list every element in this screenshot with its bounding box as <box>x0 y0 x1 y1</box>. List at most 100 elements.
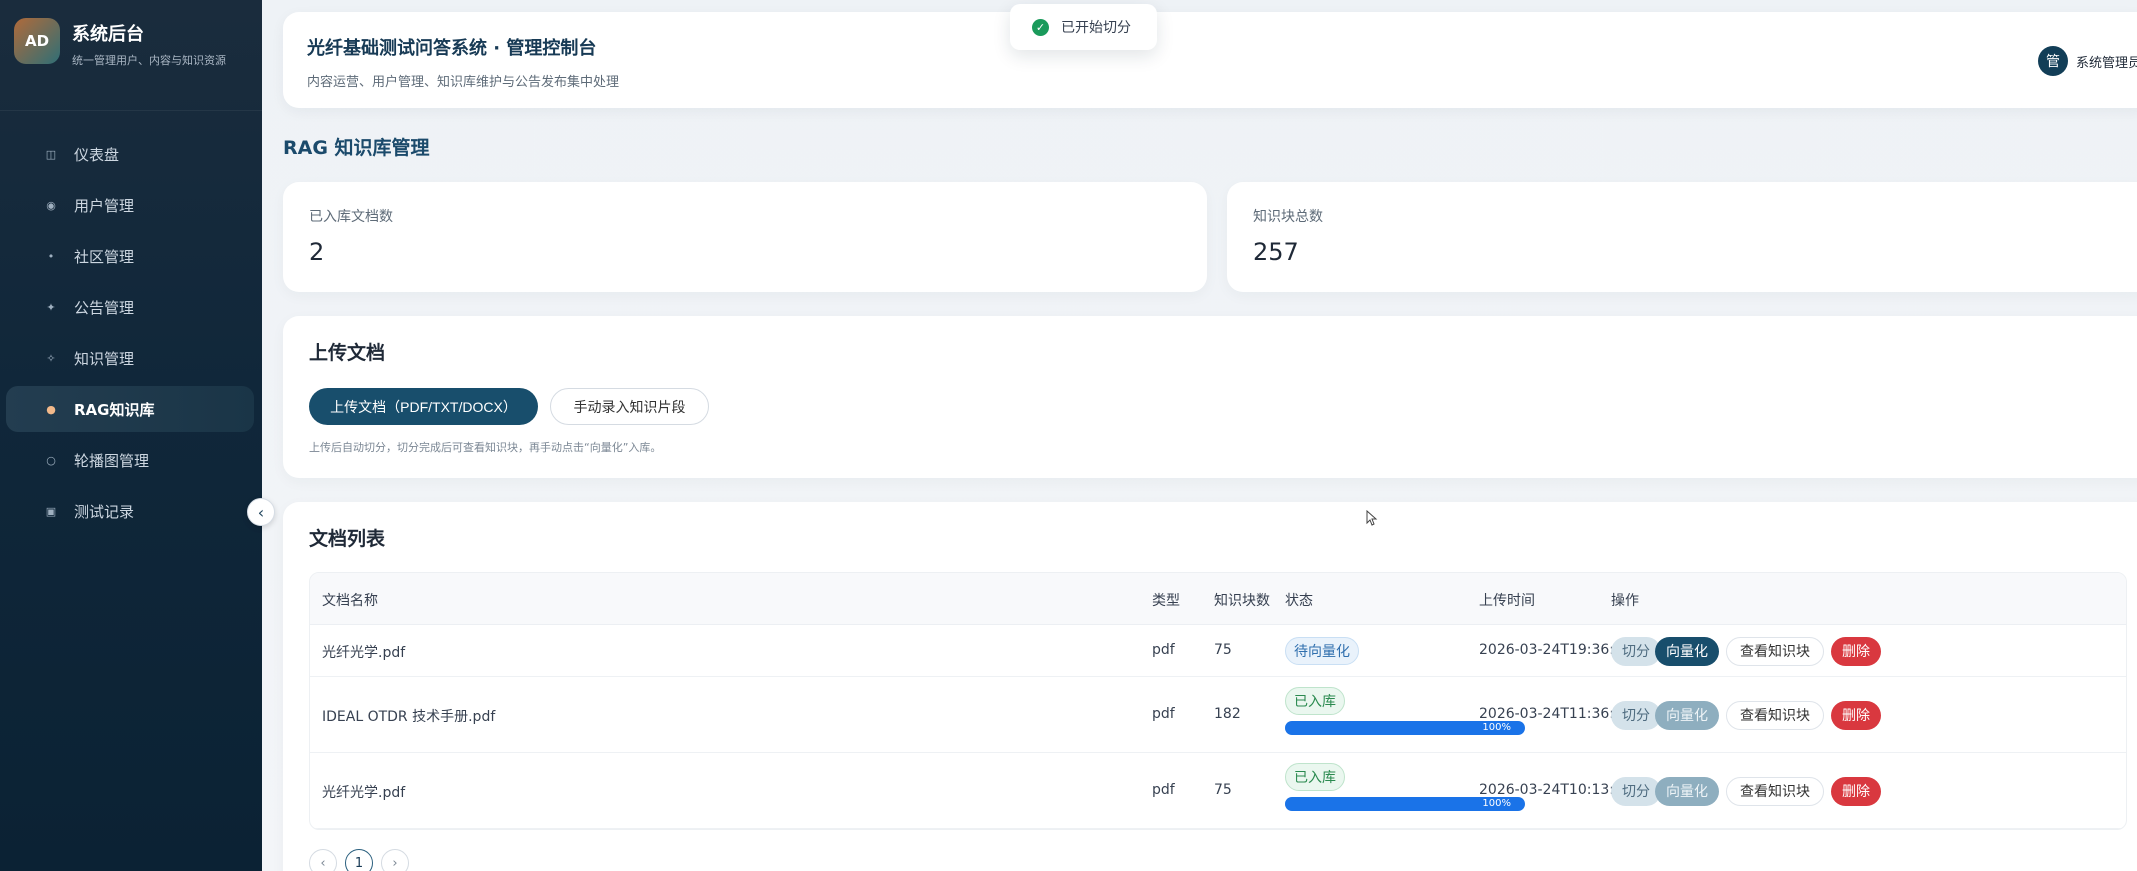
avatar: 管 <box>2038 46 2068 76</box>
mouse-cursor-icon <box>1366 510 1378 526</box>
stat-card-chunks: 知识块总数 257 <box>1227 182 2137 292</box>
community-icon: • <box>47 249 55 263</box>
next-page-button[interactable]: › <box>381 849 409 871</box>
carousel-icon: ○ <box>46 453 56 467</box>
user-name: 系统管理员 <box>2076 55 2137 71</box>
document-list-section: 文档列表 文档名称 类型 知识块数 状态 上传时间 操作 光纤光学.pdf pdf 75 待向量… <box>283 502 2137 871</box>
upload-document-button[interactable]: 上传文档（PDF/TXT/DOCX） <box>309 388 538 425</box>
knowledge-icon: ✧ <box>46 351 56 365</box>
delete-button[interactable]: 删除 <box>1831 700 1881 730</box>
check-circle-icon: ✓ <box>1032 18 1049 36</box>
prev-page-button[interactable]: ‹ <box>309 849 337 871</box>
stat-label: 知识块总数 <box>1253 209 1323 225</box>
user-menu[interactable]: 管 系统管理员 <box>2038 46 2137 76</box>
manual-entry-button[interactable]: 手动录入知识片段 <box>550 388 709 425</box>
view-chunks-button[interactable]: 查看知识块 <box>1726 700 1824 730</box>
sidebar-item-label: 知识管理 <box>74 349 135 368</box>
document-type: pdf <box>1152 706 1175 722</box>
sidebar-item[interactable]: • 社区管理 <box>6 233 254 279</box>
sidebar-item[interactable]: ◉ 用户管理 <box>6 182 254 228</box>
chunk-count: 75 <box>1214 782 1232 798</box>
document-type: pdf <box>1152 782 1175 798</box>
column-header: 操作 <box>1611 593 1639 609</box>
vectorize-button[interactable]: 向量化 <box>1655 776 1719 806</box>
announcement-icon: ✦ <box>46 300 56 314</box>
brand-logo: AD <box>14 18 60 64</box>
section-title: 文档列表 <box>309 528 386 550</box>
sidebar-item[interactable]: ● RAG知识库 <box>6 386 254 432</box>
table-row: 光纤光学.pdf pdf 75 待向量化 2026-03-24T19:36:49 切分 向量… <box>310 625 2126 677</box>
column-header: 状态 <box>1285 593 1313 609</box>
header: 光纤基础测试问答系统 · 管理控制台 内容运营、用户管理、知识库维护与公告发布集… <box>283 12 2137 108</box>
test-record-icon: ▣ <box>45 504 57 518</box>
delete-button[interactable]: 删除 <box>1831 776 1881 806</box>
chevron-left-icon[interactable]: ‹ <box>247 498 275 526</box>
view-chunks-button[interactable]: 查看知识块 <box>1726 776 1824 806</box>
column-header: 文档名称 <box>322 593 378 609</box>
sidebar-item-label: 轮播图管理 <box>74 451 150 470</box>
sidebar-item-label: RAG知识库 <box>74 400 155 419</box>
divider <box>0 110 262 111</box>
document-table: 文档名称 类型 知识块数 状态 上传时间 操作 光纤光学.pdf pdf 75 待向量化 2026… <box>309 572 2127 830</box>
status-badge: 已入库 <box>1285 687 1345 715</box>
chunk-count: 75 <box>1214 642 1232 658</box>
column-header: 上传时间 <box>1479 593 1535 609</box>
header-title: 光纤基础测试问答系统 · 管理控制台 <box>307 38 597 59</box>
table-row: 光纤光学.pdf pdf 75 已入库 100% 2026-03-24T10:13:13 切… <box>310 753 2126 829</box>
toast-message: ✓ 已开始切分 <box>1010 4 1157 50</box>
rag-icon: ● <box>46 402 56 416</box>
progress-label: 100% <box>1482 722 1511 733</box>
sidebar: AD 系统后台 统一管理用户、内容与知识资源 ◫ 仪表盘 ◉ 用户管理 • 社区管理 ✦ 公告… <box>0 0 262 871</box>
pagination: ‹ 1 › <box>309 849 409 871</box>
document-name: 光纤光学.pdf <box>322 785 406 801</box>
upload-section: 上传文档 上传文档（PDF/TXT/DOCX） 手动录入知识片段 上传后自动切分… <box>283 316 2137 478</box>
table-header: 文档名称 类型 知识块数 状态 上传时间 操作 <box>310 573 2126 625</box>
sidebar-item[interactable]: ◫ 仪表盘 <box>6 131 254 177</box>
chunk-count: 182 <box>1214 706 1241 722</box>
vectorize-button[interactable]: 向量化 <box>1655 700 1719 730</box>
document-name: 光纤光学.pdf <box>322 645 406 661</box>
stat-label: 已入库文档数 <box>309 209 393 225</box>
upload-hint: 上传后自动切分，切分完成后可查看知识块，再手动点击“向量化”入库。 <box>309 441 662 454</box>
sidebar-item[interactable]: ✦ 公告管理 <box>6 284 254 330</box>
document-type: pdf <box>1152 642 1175 658</box>
sidebar-nav: ◫ 仪表盘 ◉ 用户管理 • 社区管理 ✦ 公告管理 ✧ 知识管理 ● RAG知识库 ○ 轮播图管理 ▣ 测试… <box>6 131 254 539</box>
stat-value: 2 <box>309 238 325 266</box>
sidebar-item[interactable]: ▣ 测试记录 <box>6 488 254 534</box>
upload-time: 2026-03-24T10:13:13 <box>1479 782 1632 798</box>
progress-bar: 100% <box>1285 797 1525 811</box>
split-button[interactable]: 切分 <box>1611 776 1661 806</box>
status-badge: 待向量化 <box>1285 637 1359 665</box>
sidebar-item[interactable]: ✧ 知识管理 <box>6 335 254 381</box>
brand-subtitle: 统一管理用户、内容与知识资源 <box>72 54 226 67</box>
status-badge: 已入库 <box>1285 763 1345 791</box>
sidebar-item-label: 用户管理 <box>74 196 135 215</box>
page-button[interactable]: 1 <box>345 849 373 871</box>
split-button[interactable]: 切分 <box>1611 636 1661 666</box>
stat-card-documents: 已入库文档数 2 <box>283 182 1207 292</box>
sidebar-item[interactable]: ○ 轮播图管理 <box>6 437 254 483</box>
page-title: RAG 知识库管理 <box>283 137 430 159</box>
delete-button[interactable]: 删除 <box>1831 636 1881 666</box>
vectorize-button[interactable]: 向量化 <box>1655 636 1719 666</box>
user-icon: ◉ <box>46 198 56 212</box>
column-header: 类型 <box>1152 593 1180 609</box>
sidebar-item-label: 仪表盘 <box>74 145 120 164</box>
column-header: 知识块数 <box>1214 593 1270 609</box>
section-title: 上传文档 <box>309 342 386 364</box>
view-chunks-button[interactable]: 查看知识块 <box>1726 636 1824 666</box>
progress-label: 100% <box>1482 798 1511 809</box>
split-button[interactable]: 切分 <box>1611 700 1661 730</box>
toast-text: 已开始切分 <box>1061 20 1131 36</box>
sidebar-item-label: 测试记录 <box>74 502 135 521</box>
stat-value: 257 <box>1253 238 1299 266</box>
table-row: IDEAL OTDR 技术手册.pdf pdf 182 已入库 100% 2026-03-… <box>310 677 2126 753</box>
sidebar-item-label: 社区管理 <box>74 247 135 266</box>
document-name: IDEAL OTDR 技术手册.pdf <box>322 709 496 725</box>
upload-time: 2026-03-24T11:36:30 <box>1479 706 1632 722</box>
sidebar-item-label: 公告管理 <box>74 298 135 317</box>
progress-bar: 100% <box>1285 721 1525 735</box>
upload-time: 2026-03-24T19:36:49 <box>1479 642 1632 658</box>
header-subtitle: 内容运营、用户管理、知识库维护与公告发布集中处理 <box>307 75 620 90</box>
brand-title: 系统后台 <box>72 24 144 45</box>
